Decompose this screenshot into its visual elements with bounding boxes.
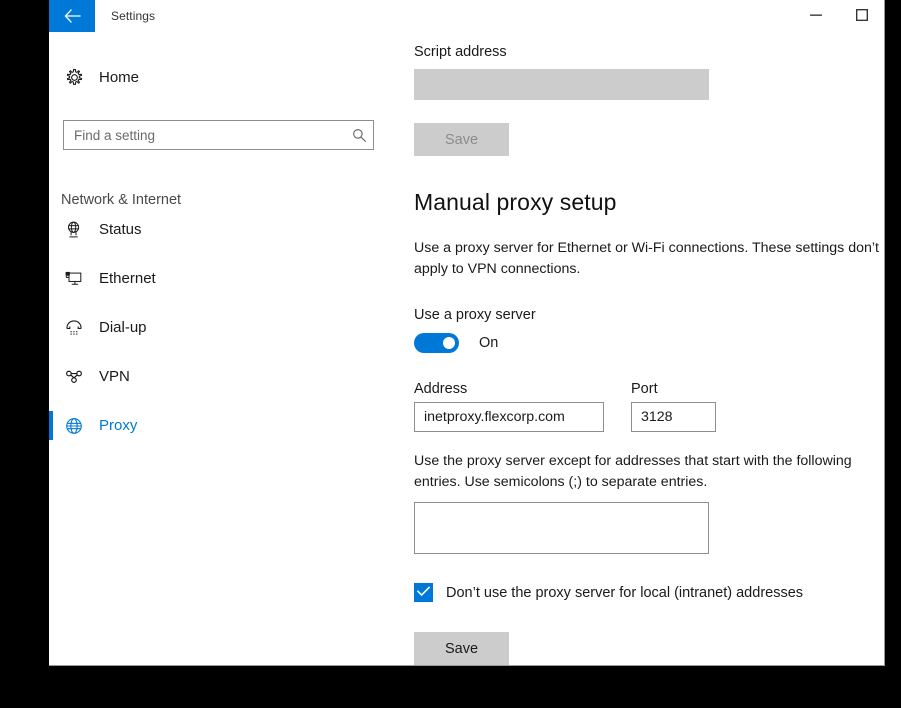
use-proxy-state-label: On (479, 335, 499, 351)
back-button[interactable] (49, 0, 95, 32)
sidebar-item-status-label: Status (99, 221, 142, 238)
sidebar: Home Network & Internet (49, 32, 379, 665)
save-button[interactable]: Save (414, 632, 509, 665)
sidebar-item-ethernet-label: Ethernet (99, 270, 156, 287)
use-proxy-toggle[interactable] (414, 333, 459, 353)
back-arrow-icon (64, 9, 81, 23)
bypass-local-checkbox-row[interactable]: Don’t use the proxy server for local (in… (414, 583, 803, 602)
vpn-nodes-icon (49, 367, 99, 387)
search-box[interactable] (63, 120, 374, 150)
sidebar-item-proxy-label: Proxy (99, 417, 138, 434)
selection-accent-bar (49, 362, 53, 391)
proxy-port-label: Port (631, 381, 658, 397)
proxy-exceptions-textarea[interactable] (414, 502, 709, 554)
selection-accent-bar (49, 411, 53, 440)
proxy-exceptions-description: Use the proxy server except for addresse… (414, 453, 852, 490)
sidebar-item-vpn[interactable]: VPN (49, 352, 379, 401)
selection-accent-bar (49, 215, 53, 244)
bypass-local-checkbox[interactable] (414, 583, 433, 602)
manual-proxy-setup-description: Use a proxy server for Ethernet or Wi-Fi… (414, 240, 879, 277)
sidebar-item-home[interactable]: Home (49, 57, 379, 97)
sidebar-item-status[interactable]: Status (49, 205, 379, 254)
globe-icon (49, 416, 99, 436)
title-bar: Settings (49, 0, 884, 32)
minimize-icon (810, 9, 822, 24)
checkmark-icon (416, 584, 431, 602)
search-input[interactable] (64, 127, 345, 143)
sidebar-item-ethernet[interactable]: Ethernet (49, 254, 379, 303)
use-proxy-toggle-row: On (414, 333, 498, 353)
maximize-icon (856, 8, 868, 24)
bypass-local-label: Don’t use the proxy server for local (in… (446, 584, 804, 601)
window-title: Settings (111, 9, 156, 23)
window-controls (793, 0, 884, 32)
search-icon (345, 128, 373, 143)
main-content: Script address Save Manual proxy setup U… (379, 32, 884, 665)
sidebar-item-dialup-label: Dial-up (99, 319, 147, 336)
screen-background: Settings Home Find a setting Network & I… (0, 0, 901, 708)
globe-monitor-icon (49, 220, 99, 240)
gear-icon (49, 68, 99, 87)
settings-window: Settings Home Find a setting Network & I… (49, 0, 885, 666)
selection-accent-bar (49, 313, 53, 342)
manual-proxy-setup-heading: Manual proxy setup (414, 189, 617, 215)
ethernet-monitor-icon (49, 269, 99, 289)
sidebar-nav-list: Status Ethernet Dial-up VPN Proxy (49, 205, 379, 450)
toggle-knob (443, 337, 455, 349)
use-proxy-label: Use a proxy server (414, 307, 536, 323)
maximize-button[interactable] (839, 0, 884, 32)
minimize-button[interactable] (793, 0, 839, 32)
telephone-icon (49, 318, 99, 338)
sidebar-item-dialup[interactable]: Dial-up (49, 303, 379, 352)
proxy-port-input[interactable] (631, 402, 716, 432)
sidebar-item-vpn-label: VPN (99, 368, 130, 385)
script-address-label: Script address (414, 44, 507, 60)
script-save-button: Save (414, 123, 509, 156)
sidebar-item-proxy[interactable]: Proxy (49, 401, 379, 450)
sidebar-item-home-label: Home (99, 68, 140, 86)
selection-accent-bar (49, 264, 53, 293)
proxy-address-input[interactable] (414, 402, 604, 432)
proxy-address-label: Address (414, 381, 468, 397)
script-address-input (414, 69, 709, 100)
